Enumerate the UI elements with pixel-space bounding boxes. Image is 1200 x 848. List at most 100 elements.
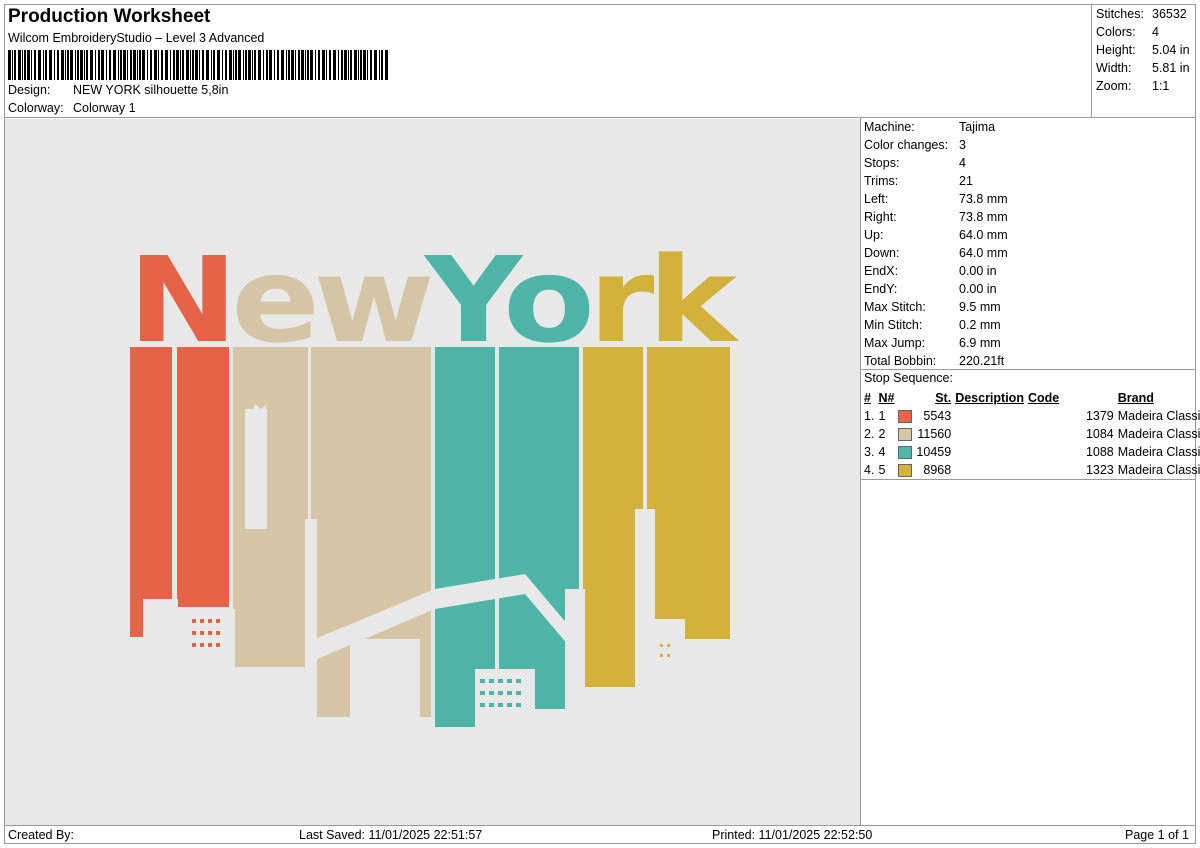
machine-value: 73.8 mm bbox=[959, 210, 1008, 224]
stop-row: 4.5 8968 1323Madeira Classic 40 bbox=[862, 461, 1200, 479]
stop-row: 2.2 11560 1084Madeira Classic 40 bbox=[862, 425, 1200, 443]
machine-label: Left: bbox=[864, 192, 889, 206]
col-brand: Brand bbox=[1117, 391, 1154, 405]
stop-swatch bbox=[896, 407, 914, 425]
canvas-divider bbox=[860, 117, 861, 826]
stop-needle: 4 bbox=[878, 445, 886, 459]
stats-panel: Stitches: 36532 Colors: 4 Height: 5.04 in W… bbox=[1096, 5, 1196, 95]
stop-needle: 2 bbox=[878, 427, 886, 441]
col-num: # bbox=[864, 391, 871, 405]
machine-value: 73.8 mm bbox=[959, 192, 1008, 206]
stop-needle: 5 bbox=[878, 463, 886, 477]
stats-divider bbox=[1091, 4, 1092, 117]
footer-page: Page 1 of 1 bbox=[1125, 828, 1189, 842]
stops-header-row: # N# St. Description Code Brand bbox=[862, 389, 1200, 407]
machine-value: 0.2 mm bbox=[959, 318, 1001, 332]
col-n: N# bbox=[878, 391, 895, 405]
machine-label: Max Stitch: bbox=[864, 300, 926, 314]
machine-label: Color changes: bbox=[864, 138, 949, 152]
machine-value: 0.00 in bbox=[959, 264, 997, 278]
stop-desc bbox=[953, 443, 1026, 461]
machine-row: Right: 73.8 mm bbox=[864, 208, 1194, 226]
machine-value: 220.21ft bbox=[959, 354, 1005, 368]
machine-value: 64.0 mm bbox=[959, 246, 1008, 260]
footer-created-by: Created By: bbox=[8, 828, 75, 842]
col-desc: Description bbox=[955, 391, 1024, 405]
stat-width: Width: 5.81 in bbox=[1096, 61, 1190, 75]
stat-stitches: Stitches: 36532 bbox=[1096, 7, 1187, 21]
stop-num: 3. bbox=[864, 445, 875, 459]
machine-row: Total Bobbin: 220.21ft bbox=[864, 352, 1194, 370]
design-value: NEW YORK silhouette 5,8in bbox=[73, 83, 229, 97]
stop-sequence-title: Stop Sequence: bbox=[864, 371, 953, 385]
machine-label: Machine: bbox=[864, 120, 915, 134]
colorway-label: Colorway: bbox=[8, 101, 64, 115]
machine-row: Up: 64.0 mm bbox=[864, 226, 1194, 244]
machine-row: EndY: 0.00 in bbox=[864, 280, 1194, 298]
stops-divider bbox=[860, 479, 1196, 480]
stat-zoom: Zoom: 1:1 bbox=[1096, 79, 1170, 93]
footer-printed: Printed: 11/01/2025 22:52:50 bbox=[712, 828, 873, 842]
machine-label: EndX: bbox=[864, 264, 899, 278]
stop-brand: Madeira Classic 40 bbox=[1117, 427, 1200, 441]
stop-num: 1. bbox=[864, 409, 875, 423]
stop-num: 4. bbox=[864, 463, 875, 477]
col-swatch bbox=[896, 389, 914, 407]
machine-row: Trims: 21 bbox=[864, 172, 1194, 190]
machine-label: Max Jump: bbox=[864, 336, 926, 350]
stop-row: 1.1 5543 1379Madeira Classic 40 bbox=[862, 407, 1200, 425]
stop-code: 1379 bbox=[1085, 409, 1114, 423]
machine-label: Down: bbox=[864, 246, 900, 260]
stop-swatch bbox=[896, 461, 914, 479]
machine-label: Min Stitch: bbox=[864, 318, 923, 332]
design-preview: New Yo rk bbox=[5, 119, 860, 825]
machine-label: Right: bbox=[864, 210, 897, 224]
software-name: Wilcom EmbroideryStudio – Level 3 Advanc… bbox=[8, 31, 265, 45]
machine-value: 64.0 mm bbox=[959, 228, 1008, 242]
colorway-line: Colorway: Colorway 1 bbox=[8, 101, 136, 115]
stop-num: 2. bbox=[864, 427, 875, 441]
machine-value: 3 bbox=[959, 138, 966, 152]
machine-row: EndX: 0.00 in bbox=[864, 262, 1194, 280]
machine-row: Min Stitch: 0.2 mm bbox=[864, 316, 1194, 334]
stop-brand: Madeira Classic 40 bbox=[1117, 409, 1200, 423]
color-swatch bbox=[898, 446, 913, 460]
stop-code: 1088 bbox=[1085, 445, 1114, 459]
stop-needle: 1 bbox=[878, 409, 886, 423]
color-swatch bbox=[898, 428, 913, 442]
machine-value: 6.9 mm bbox=[959, 336, 1001, 350]
colorway-value: Colorway 1 bbox=[73, 101, 136, 115]
barcode-image bbox=[8, 50, 388, 80]
machine-row: Left: 73.8 mm bbox=[864, 190, 1194, 208]
machine-value: 0.00 in bbox=[959, 282, 997, 296]
stop-stitches: 10459 bbox=[916, 445, 952, 459]
machine-value: 9.5 mm bbox=[959, 300, 1001, 314]
stop-swatch bbox=[896, 425, 914, 443]
stop-stitches: 5543 bbox=[923, 409, 952, 423]
stop-code: 1084 bbox=[1085, 427, 1114, 441]
footer-last-saved: Last Saved: 11/01/2025 22:51:57 bbox=[299, 828, 483, 842]
col-st: St. bbox=[935, 391, 952, 405]
stop-swatch bbox=[896, 443, 914, 461]
machine-label: EndY: bbox=[864, 282, 898, 296]
stop-desc bbox=[953, 425, 1026, 443]
design-label: Design: bbox=[8, 83, 51, 97]
machine-row: Max Jump: 6.9 mm bbox=[864, 334, 1194, 352]
stop-brand: Madeira Classic 40 bbox=[1117, 445, 1200, 459]
color-swatch bbox=[898, 464, 913, 478]
stop-stitches: 11560 bbox=[917, 427, 952, 441]
machine-label: Up: bbox=[864, 228, 884, 242]
stop-code: 1323 bbox=[1085, 463, 1114, 477]
machine-info-panel: Machine: Tajima Color changes: 3 Stops: 4 Trim… bbox=[864, 118, 1194, 370]
color-swatch bbox=[898, 410, 913, 424]
stop-desc bbox=[953, 407, 1026, 425]
stat-colors: Colors: 4 bbox=[1096, 25, 1159, 39]
machine-value: Tajima bbox=[959, 120, 996, 134]
machine-value: 4 bbox=[959, 156, 966, 170]
col-code: Code bbox=[1027, 391, 1060, 405]
machine-row: Machine: Tajima bbox=[864, 118, 1194, 136]
machine-value: 21 bbox=[959, 174, 973, 188]
machine-row: Color changes: 3 bbox=[864, 136, 1194, 154]
machine-row: Max Stitch: 9.5 mm bbox=[864, 298, 1194, 316]
machine-label: Stops: bbox=[864, 156, 900, 170]
